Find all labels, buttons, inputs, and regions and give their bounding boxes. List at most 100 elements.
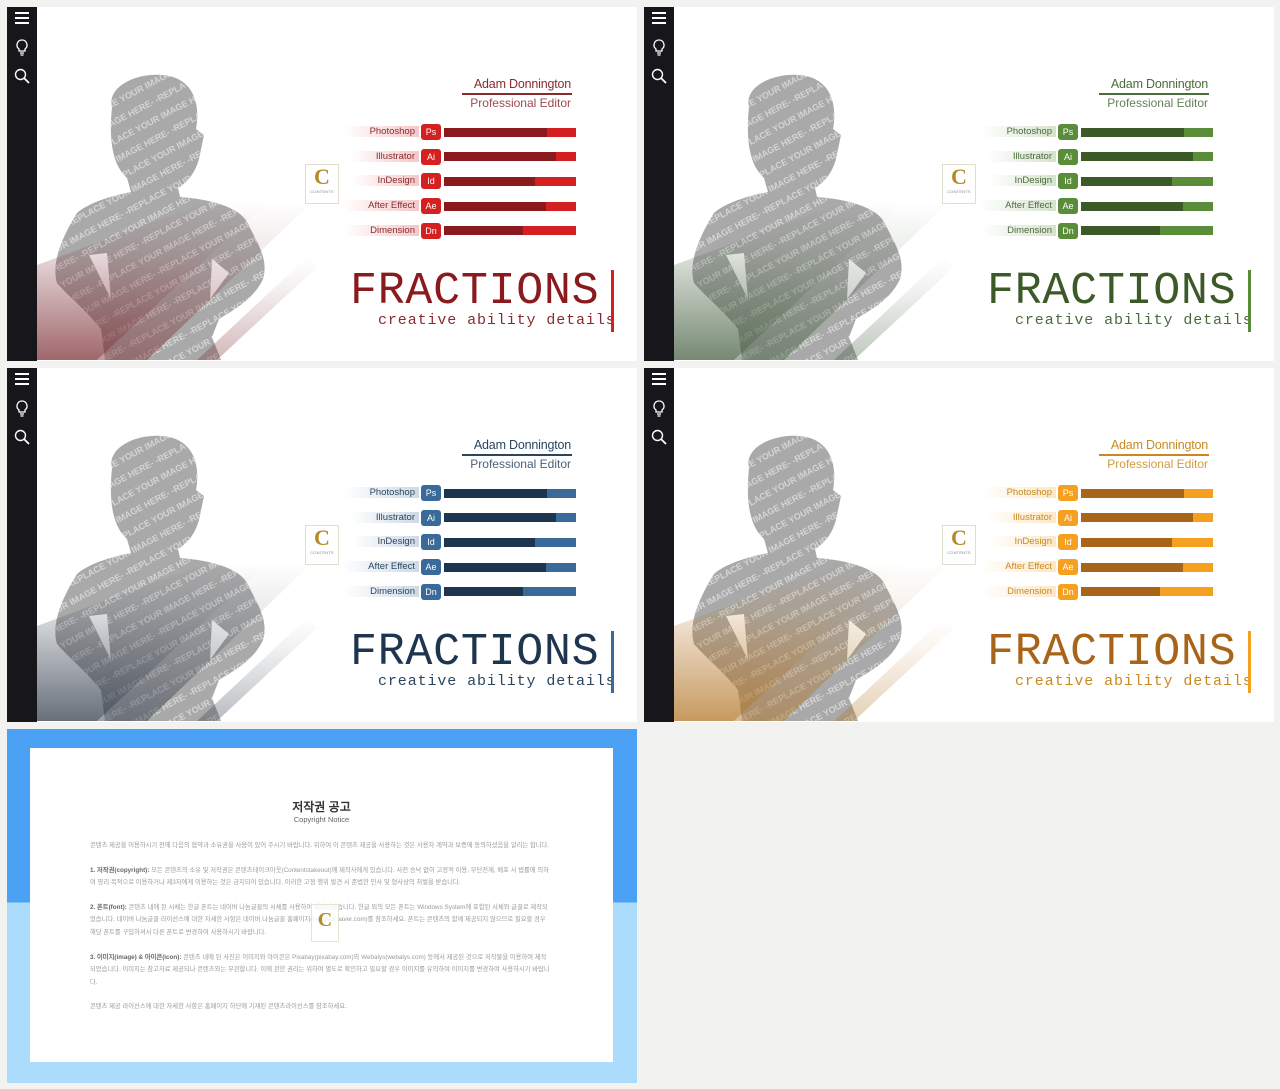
contents-logo: C CONTENTS xyxy=(942,164,976,204)
lightbulb-icon[interactable] xyxy=(13,38,31,56)
menu-icon[interactable] xyxy=(13,370,31,388)
skill-bar-fill xyxy=(444,226,524,236)
skill-badge: Dn xyxy=(1058,222,1078,239)
skill-badge: Ai xyxy=(1058,509,1078,526)
skill-badge: Id xyxy=(1058,173,1078,190)
skill-badge: Dn xyxy=(421,222,441,239)
slide-title: FRACTIONS xyxy=(987,266,1237,317)
slide-title: FRACTIONS xyxy=(350,627,600,678)
skill-label: After Effect xyxy=(979,561,1056,573)
person-role: Professional Editor xyxy=(1107,96,1208,110)
skill-badge: Ae xyxy=(1058,559,1078,576)
skill-bar-fill xyxy=(444,152,557,162)
skill-row: Illustrator Ai xyxy=(974,509,1214,526)
skill-bar xyxy=(1081,513,1213,523)
skill-label: Photoshop xyxy=(980,487,1056,498)
name-underline xyxy=(1099,454,1209,456)
contents-logo: C CONTENTS xyxy=(305,525,339,565)
skill-bar xyxy=(1081,176,1213,186)
skill-label: After Effect xyxy=(342,561,419,573)
search-icon[interactable] xyxy=(650,428,668,446)
skill-row: Illustrator Ai xyxy=(974,148,1214,165)
skill-badge: Ps xyxy=(1058,124,1078,140)
skill-bar-fill xyxy=(444,176,536,186)
skill-label: Illustrator xyxy=(349,150,419,162)
slide-subtitle: creative ability details xyxy=(1015,312,1253,329)
skill-badge: Ae xyxy=(421,198,441,215)
skill-label: Photoshop xyxy=(980,126,1056,137)
skill-badge: Ps xyxy=(421,124,441,140)
menu-icon[interactable] xyxy=(650,9,668,27)
copyright-notice-slide[interactable]: 저작권 공고 Copyright Notice 콘텐츠 제공을 이용하시기 전에… xyxy=(7,729,637,1083)
skill-bar xyxy=(1081,562,1213,572)
skill-label: Dimension xyxy=(981,224,1056,236)
skill-bar-fill xyxy=(444,562,546,572)
slide-red[interactable]: -REPLACE YOUR IMAGE HERE- -REPLACE YOUR … xyxy=(7,7,637,361)
skill-bar-fill xyxy=(444,127,547,137)
skill-label: InDesign xyxy=(351,175,419,187)
skill-row: Illustrator Ai xyxy=(337,509,577,526)
skill-badge: Ai xyxy=(421,148,441,165)
accent-bar xyxy=(611,631,614,693)
skill-bar-fill xyxy=(1081,226,1161,236)
person-name: Adam Donnington xyxy=(1110,77,1208,91)
skill-bar-fill xyxy=(1081,587,1161,597)
lightbulb-icon[interactable] xyxy=(13,399,31,417)
lightbulb-icon[interactable] xyxy=(650,38,668,56)
skill-bar xyxy=(1081,587,1213,597)
skill-bar xyxy=(1081,226,1213,236)
skill-badge: Ps xyxy=(421,485,441,501)
skill-badge: Id xyxy=(421,173,441,190)
slide-title: FRACTIONS xyxy=(350,266,600,317)
slide-blue[interactable]: -REPLACE YOUR IMAGE HERE- -REPLACE YOUR … xyxy=(7,368,637,722)
skill-bar xyxy=(444,201,576,211)
lightbulb-icon[interactable] xyxy=(650,399,668,417)
skill-label: Photoshop xyxy=(343,126,419,137)
skill-label: After Effect xyxy=(342,200,419,212)
skill-row: InDesign Id xyxy=(337,173,577,190)
skill-bar-fill xyxy=(1081,176,1173,186)
slide-green[interactable]: -REPLACE YOUR IMAGE HERE- -REPLACE YOUR … xyxy=(644,7,1274,361)
skill-bar xyxy=(1081,488,1213,498)
skill-bar xyxy=(444,537,576,547)
contents-logo: C CONTENTS xyxy=(942,525,976,565)
sidebar xyxy=(7,368,37,722)
person-name: Adam Donnington xyxy=(473,77,571,91)
slide-orange[interactable]: -REPLACE YOUR IMAGE HERE- -REPLACE YOUR … xyxy=(644,368,1274,722)
skill-label: Illustrator xyxy=(349,511,419,523)
skill-bar xyxy=(444,587,576,597)
skill-bar-fill xyxy=(1081,562,1183,572)
skill-badge: Dn xyxy=(1058,583,1078,600)
person-name: Adam Donnington xyxy=(473,438,571,452)
notice-section: 3. 이미지(image) & 아이콘(icon): 콘텐츠 내에 된 사진은 … xyxy=(90,953,550,986)
skill-bar-fill xyxy=(1081,152,1194,162)
search-icon[interactable] xyxy=(13,428,31,446)
skill-bar-fill xyxy=(1081,201,1183,211)
search-icon[interactable] xyxy=(13,67,31,85)
person-role: Professional Editor xyxy=(470,457,571,471)
skill-row: InDesign Id xyxy=(974,173,1214,190)
search-icon[interactable] xyxy=(650,67,668,85)
skill-row: After Effect Ae xyxy=(337,198,577,215)
skill-bar xyxy=(444,127,576,137)
skill-row: After Effect Ae xyxy=(337,559,577,576)
skill-bar xyxy=(444,226,576,236)
menu-icon[interactable] xyxy=(650,370,668,388)
skill-bar-fill xyxy=(1081,488,1184,498)
skill-badge: Ps xyxy=(1058,485,1078,501)
skill-row: After Effect Ae xyxy=(974,559,1214,576)
menu-icon[interactable] xyxy=(13,9,31,27)
accent-bar xyxy=(611,270,614,332)
person-role: Professional Editor xyxy=(1107,457,1208,471)
slide-subtitle: creative ability details xyxy=(1015,673,1253,690)
skill-badge: Ae xyxy=(421,559,441,576)
skill-bar-fill xyxy=(444,587,524,597)
skill-bar xyxy=(1081,152,1213,162)
sidebar xyxy=(644,7,674,361)
slide-subtitle: creative ability details xyxy=(378,673,616,690)
skill-bar xyxy=(1081,537,1213,547)
skill-bar-fill xyxy=(444,537,536,547)
skill-row: InDesign Id xyxy=(337,534,577,551)
skill-row: Dimension Dn xyxy=(974,222,1214,239)
skill-badge: Ae xyxy=(1058,198,1078,215)
